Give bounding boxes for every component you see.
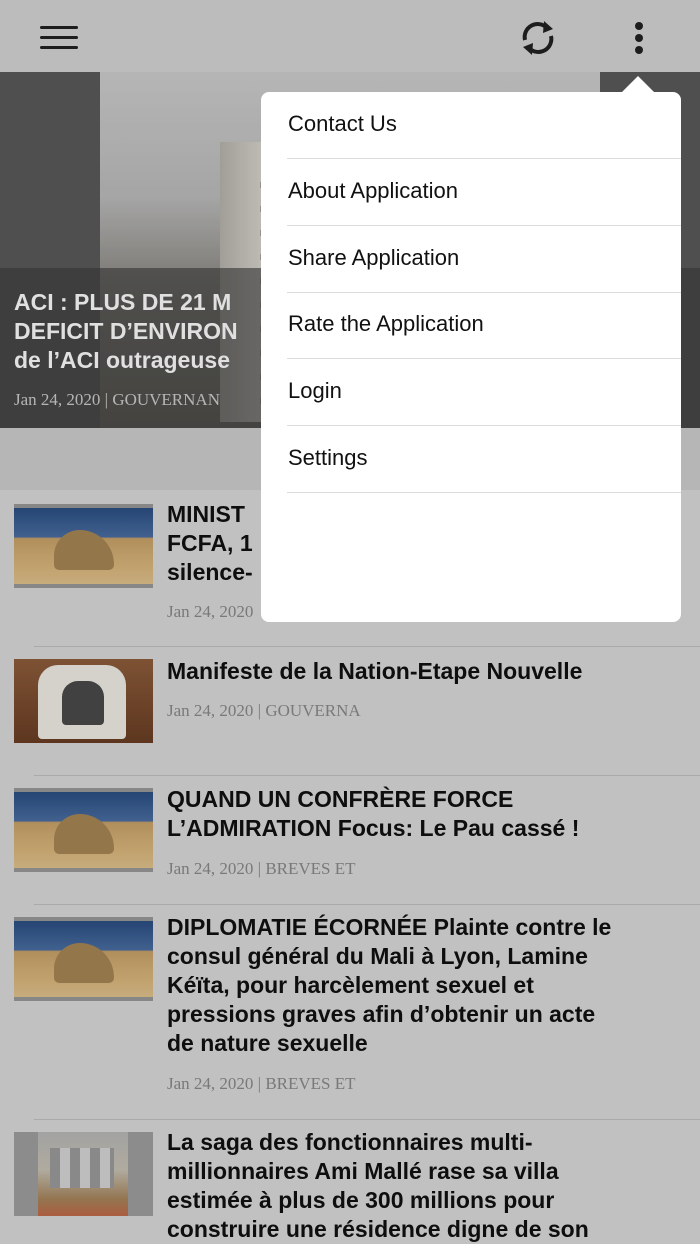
article-title-line: de nature sexuelle bbox=[167, 1030, 368, 1056]
article-thumbnail bbox=[14, 788, 153, 872]
article-title-line: Kéïta, pour harcèlement sexuel et bbox=[167, 972, 534, 998]
article-thumbnail bbox=[14, 504, 153, 588]
article-title: DIPLOMATIE ÉCORNÉE Plainte contre le con… bbox=[167, 913, 687, 1058]
article-thumbnail bbox=[14, 1132, 153, 1216]
article-title-line: estimée à plus de 300 millions pour bbox=[167, 1187, 555, 1213]
menu-item-about-application[interactable]: About Application bbox=[287, 159, 681, 226]
more-vertical-icon[interactable] bbox=[622, 16, 656, 60]
article-title-line: L’ADMIRATION Focus: Le Pau cassé ! bbox=[167, 815, 580, 841]
article-title-line: millionnaires Ami Mallé rase sa villa bbox=[167, 1158, 559, 1184]
article-title-line: pressions graves afin d’obtenir un acte bbox=[167, 1001, 596, 1027]
article-meta: Jan 24, 2020 | BREVES ET bbox=[167, 1074, 356, 1093]
article-title-line: construire une résidence digne de son bbox=[167, 1216, 589, 1242]
menu-item-rate-application[interactable]: Rate the Application bbox=[287, 292, 681, 359]
list-item[interactable]: La saga des fonctionnaires multi- millio… bbox=[0, 1120, 700, 1244]
menu-item-login[interactable]: Login bbox=[287, 359, 681, 426]
article-title: QUAND UN CONFRÈRE FORCE L’ADMIRATION Foc… bbox=[167, 785, 687, 843]
menu-item-label: Share Application bbox=[288, 245, 460, 270]
article-title: Manifeste de la Nation-Etape Nouvelle bbox=[167, 657, 687, 686]
list-item[interactable]: QUAND UN CONFRÈRE FORCE L’ADMIRATION Foc… bbox=[0, 776, 700, 904]
article-meta: Jan 24, 2020 | BREVES ET bbox=[167, 859, 356, 878]
menu-item-label: Contact Us bbox=[288, 111, 397, 136]
article-title: La saga des fonctionnaires multi- millio… bbox=[167, 1128, 687, 1244]
featured-article-meta: Jan 24, 2020 | GOUVERNAN bbox=[14, 390, 220, 409]
article-thumbnail bbox=[14, 659, 153, 743]
overflow-popup-menu: Contact Us About Application Share Appli… bbox=[261, 92, 681, 622]
menu-item-label: About Application bbox=[288, 178, 459, 203]
article-thumbnail bbox=[14, 917, 153, 1001]
list-item[interactable]: Manifeste de la Nation-Etape Nouvelle Ja… bbox=[0, 647, 700, 775]
article-title-line: La saga des fonctionnaires multi- bbox=[167, 1129, 533, 1155]
hamburger-menu-icon[interactable] bbox=[36, 22, 82, 52]
refresh-icon[interactable] bbox=[516, 16, 560, 60]
article-title-line: Manifeste de la Nation-Etape Nouvelle bbox=[167, 658, 583, 684]
menu-item-share-application[interactable]: Share Application bbox=[287, 226, 681, 293]
top-app-bar bbox=[0, 0, 700, 72]
article-title-line: consul général du Mali à Lyon, Lamine bbox=[167, 943, 588, 969]
menu-item-settings[interactable]: Settings bbox=[287, 426, 681, 493]
menu-item-contact-us[interactable]: Contact Us bbox=[287, 92, 681, 159]
article-meta: Jan 24, 2020 | GOUVERNA bbox=[167, 701, 361, 720]
menu-item-label: Rate the Application bbox=[288, 311, 484, 336]
article-title-line: QUAND UN CONFRÈRE FORCE bbox=[167, 786, 514, 812]
article-meta: Jan 24, 2020 bbox=[167, 602, 254, 621]
menu-item-label: Login bbox=[288, 378, 342, 403]
article-title-line: DIPLOMATIE ÉCORNÉE Plainte contre le bbox=[167, 914, 612, 940]
list-item[interactable]: DIPLOMATIE ÉCORNÉE Plainte contre le con… bbox=[0, 905, 700, 1119]
menu-item-label: Settings bbox=[288, 445, 368, 470]
